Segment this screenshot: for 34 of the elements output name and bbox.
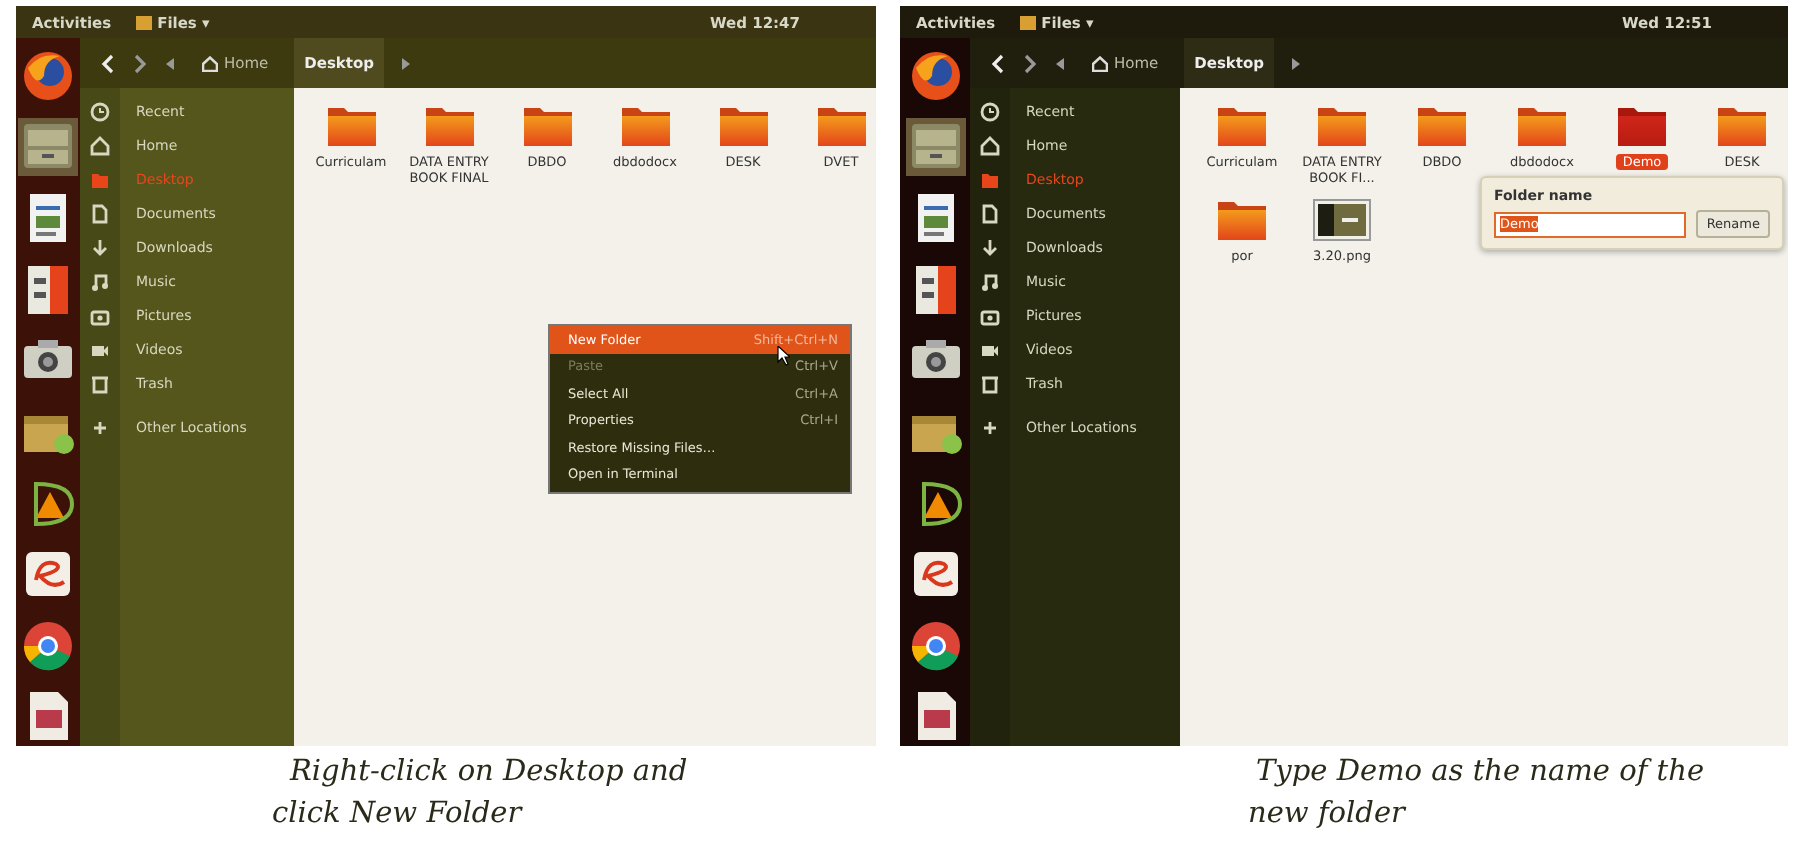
home-icon [1092,55,1108,71]
scroll-right-icon[interactable] [400,53,413,73]
back-icon[interactable] [100,53,116,73]
forward-icon[interactable] [132,53,148,73]
home-icon [202,55,218,71]
back-icon[interactable] [990,53,1006,73]
clock-icon [980,101,1000,121]
scroll-left-icon[interactable] [1054,53,1066,73]
scroll-left-icon[interactable] [164,53,176,73]
download-icon [90,237,110,257]
globe-icon[interactable] [907,47,963,104]
document-icon [90,203,110,223]
caption-text: Right-click on Desktop and click New Folder [270,754,690,834]
clock-icon [90,101,110,121]
download-icon [980,237,1000,257]
home-icon [90,135,110,155]
trash-icon [90,373,110,393]
browser-icon[interactable] [20,617,76,674]
scroll-right-icon[interactable] [1290,53,1303,73]
caption-text: Type Demo as the name of the new folder [1246,754,1707,834]
trash-icon [980,373,1000,393]
globe-icon[interactable] [20,47,76,104]
home-icon [980,135,1000,155]
music-icon [90,271,110,291]
forward-icon[interactable] [1022,53,1038,73]
camera-icon [90,305,110,325]
music-icon [980,271,1000,291]
document-icon [980,203,1000,223]
plus-icon [980,417,1000,437]
plus-icon [90,417,110,437]
cursor-icon [776,346,790,366]
browser-icon[interactable] [907,617,963,674]
camera-icon [980,305,1000,325]
image-thumbnail-icon[interactable] [1312,198,1372,242]
